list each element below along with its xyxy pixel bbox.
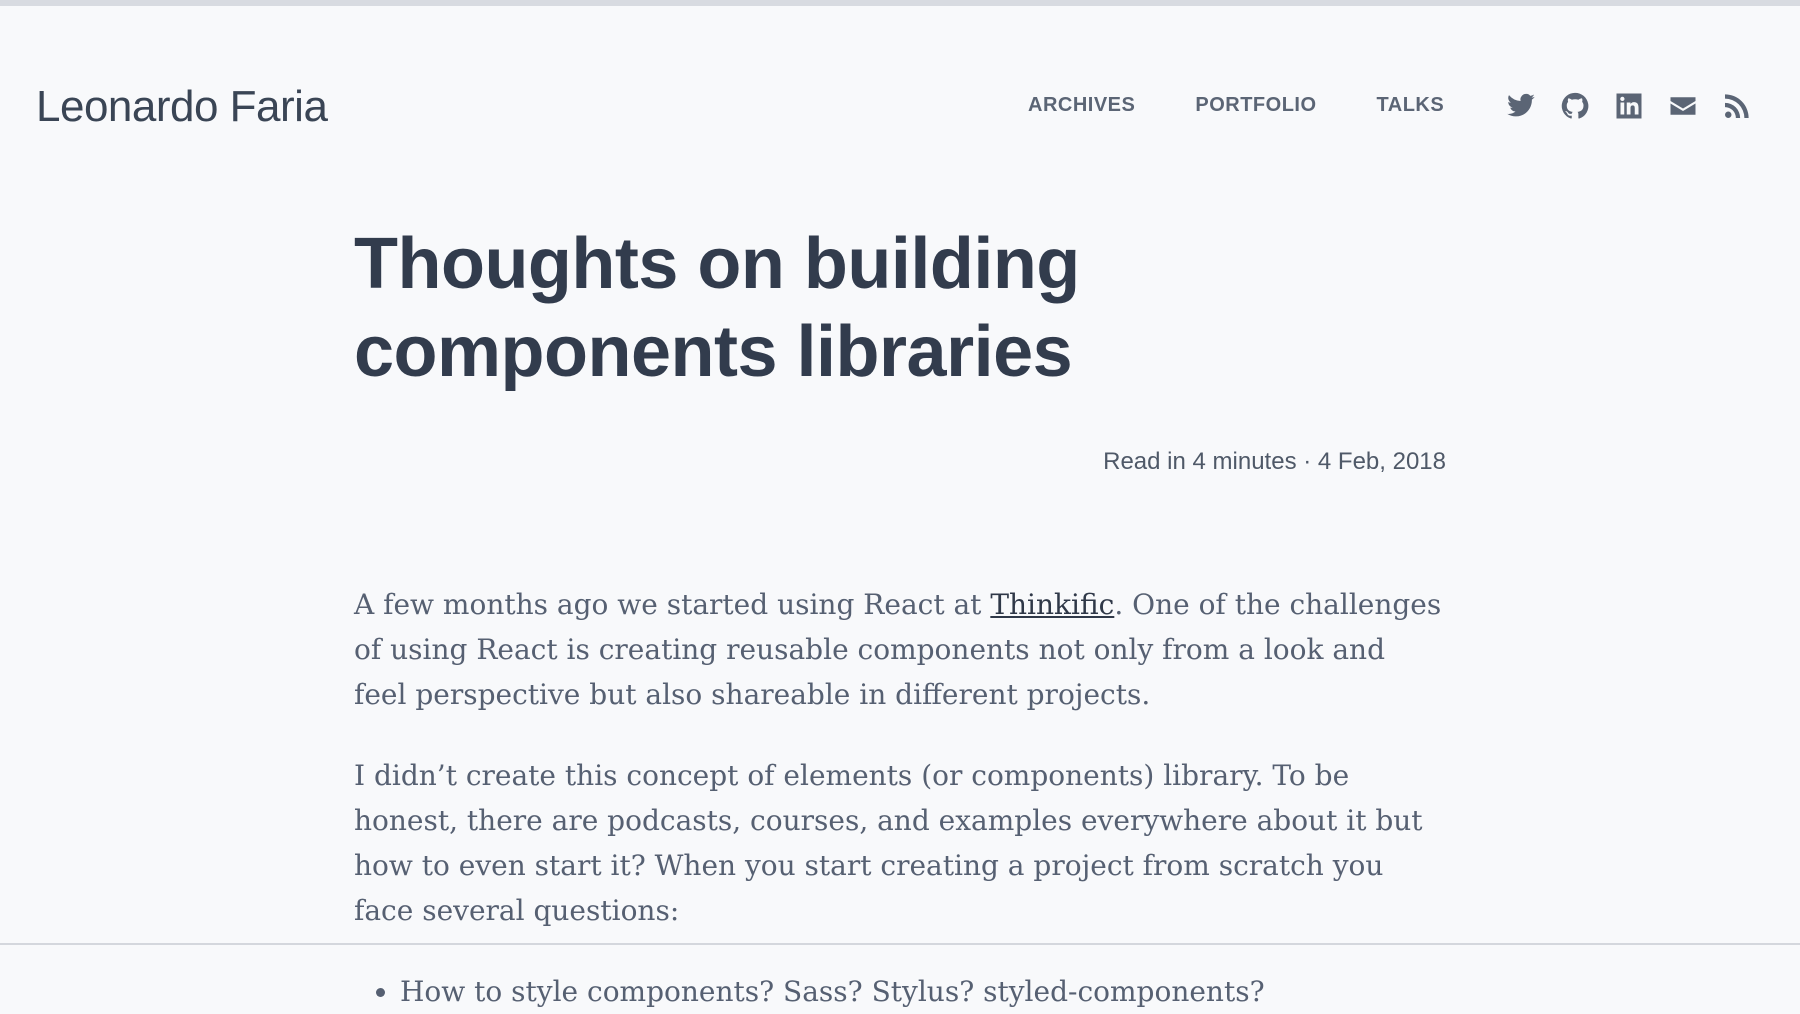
post: Thoughts on building components librarie… (354, 220, 1446, 1008)
nav-archives[interactable]: ARCHIVES (1028, 94, 1135, 117)
paragraph-1: A few months ago we started using React … (354, 582, 1446, 717)
nav-portfolio[interactable]: PORTFOLIO (1195, 94, 1316, 117)
rss-icon (1725, 94, 1749, 118)
linkedin-link[interactable] (1613, 90, 1645, 122)
thinkific-link[interactable]: Thinkific (990, 588, 1114, 621)
email-icon (1670, 97, 1696, 115)
github-icon (1561, 92, 1589, 119)
paragraph-text: A few months ago we started using React … (354, 588, 991, 621)
list-item: How to style components? Sass? Stylus? s… (400, 969, 1446, 1014)
site-header: Leonardo Faria ARCHIVES PORTFOLIO TALKS (0, 6, 1800, 206)
paragraph-2: I didn’t create this concept of elements… (354, 759, 1423, 927)
site-title[interactable]: Leonardo Faria (36, 82, 328, 132)
questions-list: How to style components? Sass? Stylus? s… (354, 969, 1446, 1014)
twitter-icon (1507, 93, 1535, 117)
post-body: A few months ago we started using React … (354, 582, 1446, 1014)
post-meta: Read in 4 minutes · 4 Feb, 2018 (1103, 448, 1446, 475)
nav-talks[interactable]: TALKS (1377, 94, 1445, 117)
rss-link[interactable] (1721, 90, 1753, 122)
email-link[interactable] (1667, 90, 1699, 122)
social-links (1505, 90, 1753, 122)
main-nav: ARCHIVES PORTFOLIO TALKS (1028, 94, 1444, 117)
github-link[interactable] (1559, 90, 1591, 122)
linkedin-icon (1616, 93, 1642, 119)
twitter-link[interactable] (1505, 90, 1537, 122)
post-title: Thoughts on building components librarie… (354, 224, 1080, 392)
